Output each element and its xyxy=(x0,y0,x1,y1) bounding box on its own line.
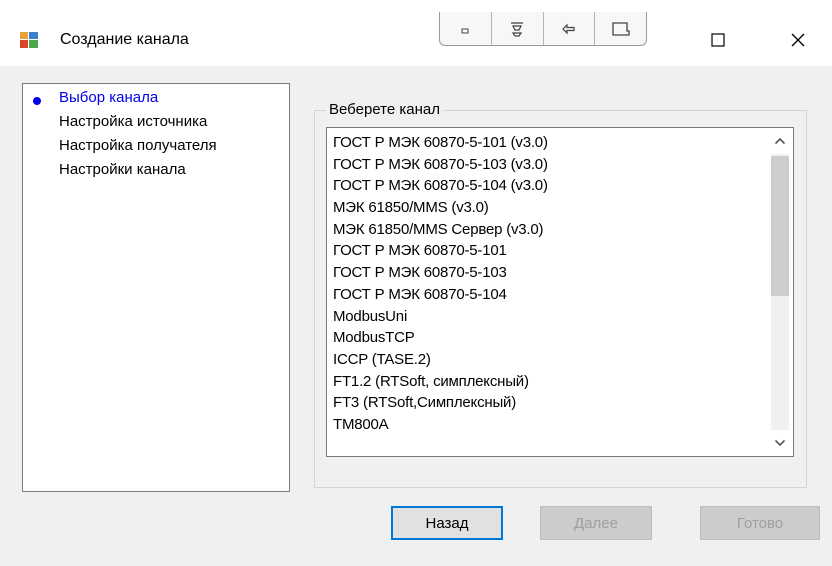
list-item[interactable]: FT1.2 (RTSoft, симплексный) xyxy=(333,371,763,393)
list-item[interactable]: ICCP (TASE.2) xyxy=(333,349,763,371)
list-item[interactable]: МЭК 61850/MMS (v3.0) xyxy=(333,197,763,219)
wizard-steps-panel: Выбор канала Настройка источника Настрой… xyxy=(22,83,290,492)
list-item[interactable]: FT3 (RTSoft,Симплексный) xyxy=(333,392,763,414)
maximize-button[interactable] xyxy=(698,24,738,56)
list-item[interactable]: ГОСТ Р МЭК 60870-5-101 (v3.0) xyxy=(333,132,763,154)
snap-small-button[interactable] xyxy=(440,12,492,45)
close-button[interactable] xyxy=(778,24,818,56)
list-item[interactable]: ГОСТ Р МЭК 60870-5-104 xyxy=(333,284,763,306)
channel-group-label: Веберете канал xyxy=(326,101,443,118)
list-item[interactable]: ModbusUni xyxy=(333,306,763,328)
title-bar[interactable]: Создание канала xyxy=(0,0,832,66)
list-item[interactable]: TM800A xyxy=(333,414,763,436)
small-window-icon xyxy=(461,28,469,33)
list-item[interactable]: ГОСТ Р МЭК 60870-5-103 (v3.0) xyxy=(333,154,763,176)
scroll-thumb[interactable] xyxy=(771,156,789,296)
channel-listbox[interactable]: ГОСТ Р МЭК 60870-5-101 (v3.0) ГОСТ Р МЭК … xyxy=(326,127,794,457)
step-source-setup[interactable]: Настройка источника xyxy=(59,113,207,130)
next-button[interactable]: Далее xyxy=(540,506,652,540)
channel-list-scrollbar[interactable] xyxy=(767,128,793,456)
large-window-icon xyxy=(611,21,630,36)
window-title: Создание канала xyxy=(60,31,189,48)
list-item[interactable]: МЭК 61850/MMS Сервер (v3.0) xyxy=(333,219,763,241)
chevron-up-icon xyxy=(774,137,786,145)
channel-list: ГОСТ Р МЭК 60870-5-101 (v3.0) ГОСТ Р МЭК … xyxy=(333,132,763,436)
step-receiver-setup[interactable]: Настройка получателя xyxy=(59,137,217,154)
snap-layout-toolbar xyxy=(439,12,647,46)
list-item[interactable]: ГОСТ Р МЭК 60870-5-103 xyxy=(333,262,763,284)
scroll-down-button[interactable] xyxy=(767,430,793,456)
snap-large-button[interactable] xyxy=(595,12,646,45)
active-step-bullet-icon xyxy=(33,97,41,105)
restore-arrow-icon xyxy=(562,23,575,34)
step-channel-settings[interactable]: Настройки канала xyxy=(59,161,186,178)
list-item[interactable]: ГОСТ Р МЭК 60870-5-101 xyxy=(333,240,763,262)
back-button[interactable]: Назад xyxy=(391,506,503,540)
dialog-body: Выбор канала Настройка источника Настрой… xyxy=(0,66,832,566)
scroll-track[interactable] xyxy=(771,154,789,430)
maximize-icon xyxy=(711,33,725,47)
list-item[interactable]: ГОСТ Р МЭК 60870-5-104 (v3.0) xyxy=(333,175,763,197)
list-item[interactable]: ModbusTCP xyxy=(333,327,763,349)
snap-top-button[interactable] xyxy=(492,12,544,45)
finish-button[interactable]: Готово xyxy=(700,506,820,540)
step-choose-channel[interactable]: Выбор канала xyxy=(59,89,158,106)
chevron-down-icon xyxy=(774,439,786,447)
close-icon xyxy=(791,33,805,47)
scroll-up-button[interactable] xyxy=(767,128,793,154)
pin-top-icon xyxy=(511,21,524,37)
wizard-app-icon xyxy=(20,32,38,48)
snap-restore-button[interactable] xyxy=(544,12,596,45)
